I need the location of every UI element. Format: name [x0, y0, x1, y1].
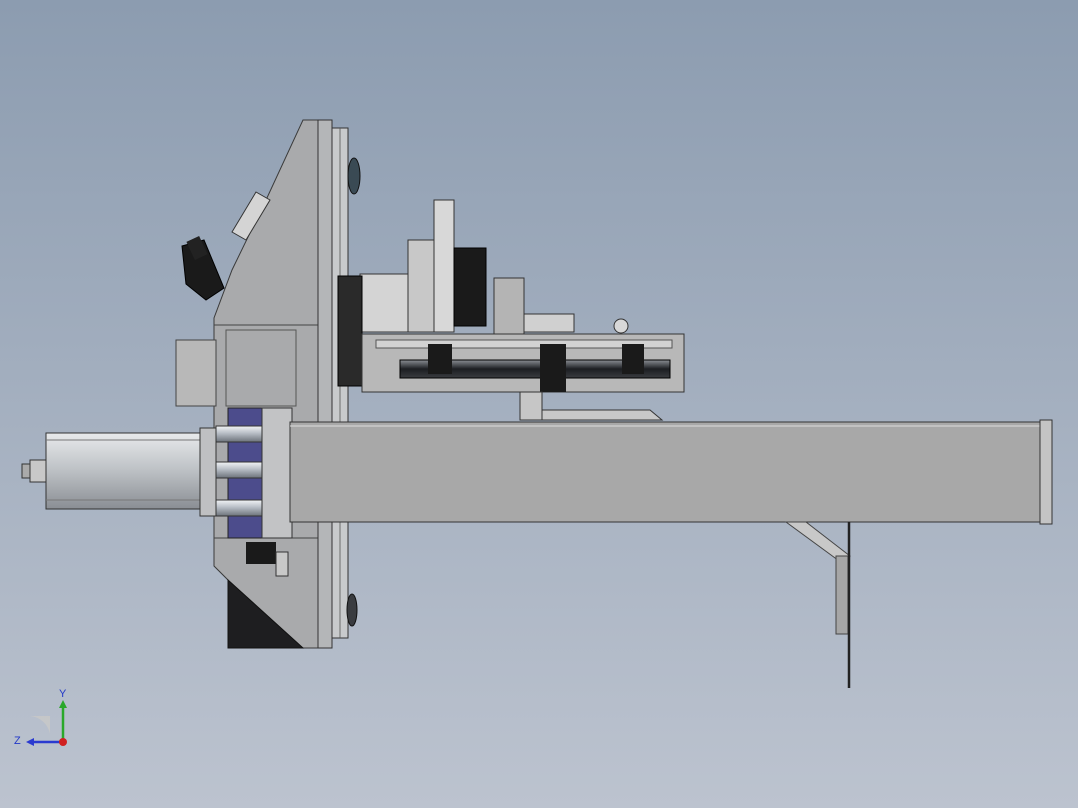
z-axis-label: Z	[14, 735, 21, 747]
y-axis-label: Y	[59, 688, 67, 700]
coordinate-triad: Y Z	[14, 688, 67, 747]
horizontal-arm	[289, 419, 1053, 525]
cad-viewport[interactable]: Y Z	[0, 0, 1078, 808]
y-axis-arrow	[59, 700, 67, 708]
junction-box	[175, 339, 217, 407]
linear-module	[361, 333, 685, 393]
z-axis-arrow	[26, 738, 34, 746]
machine-assembly-model[interactable]	[0, 0, 1078, 808]
support-bracket	[784, 521, 851, 688]
x-axis-dot	[59, 738, 67, 746]
left-cylinder	[21, 432, 203, 510]
